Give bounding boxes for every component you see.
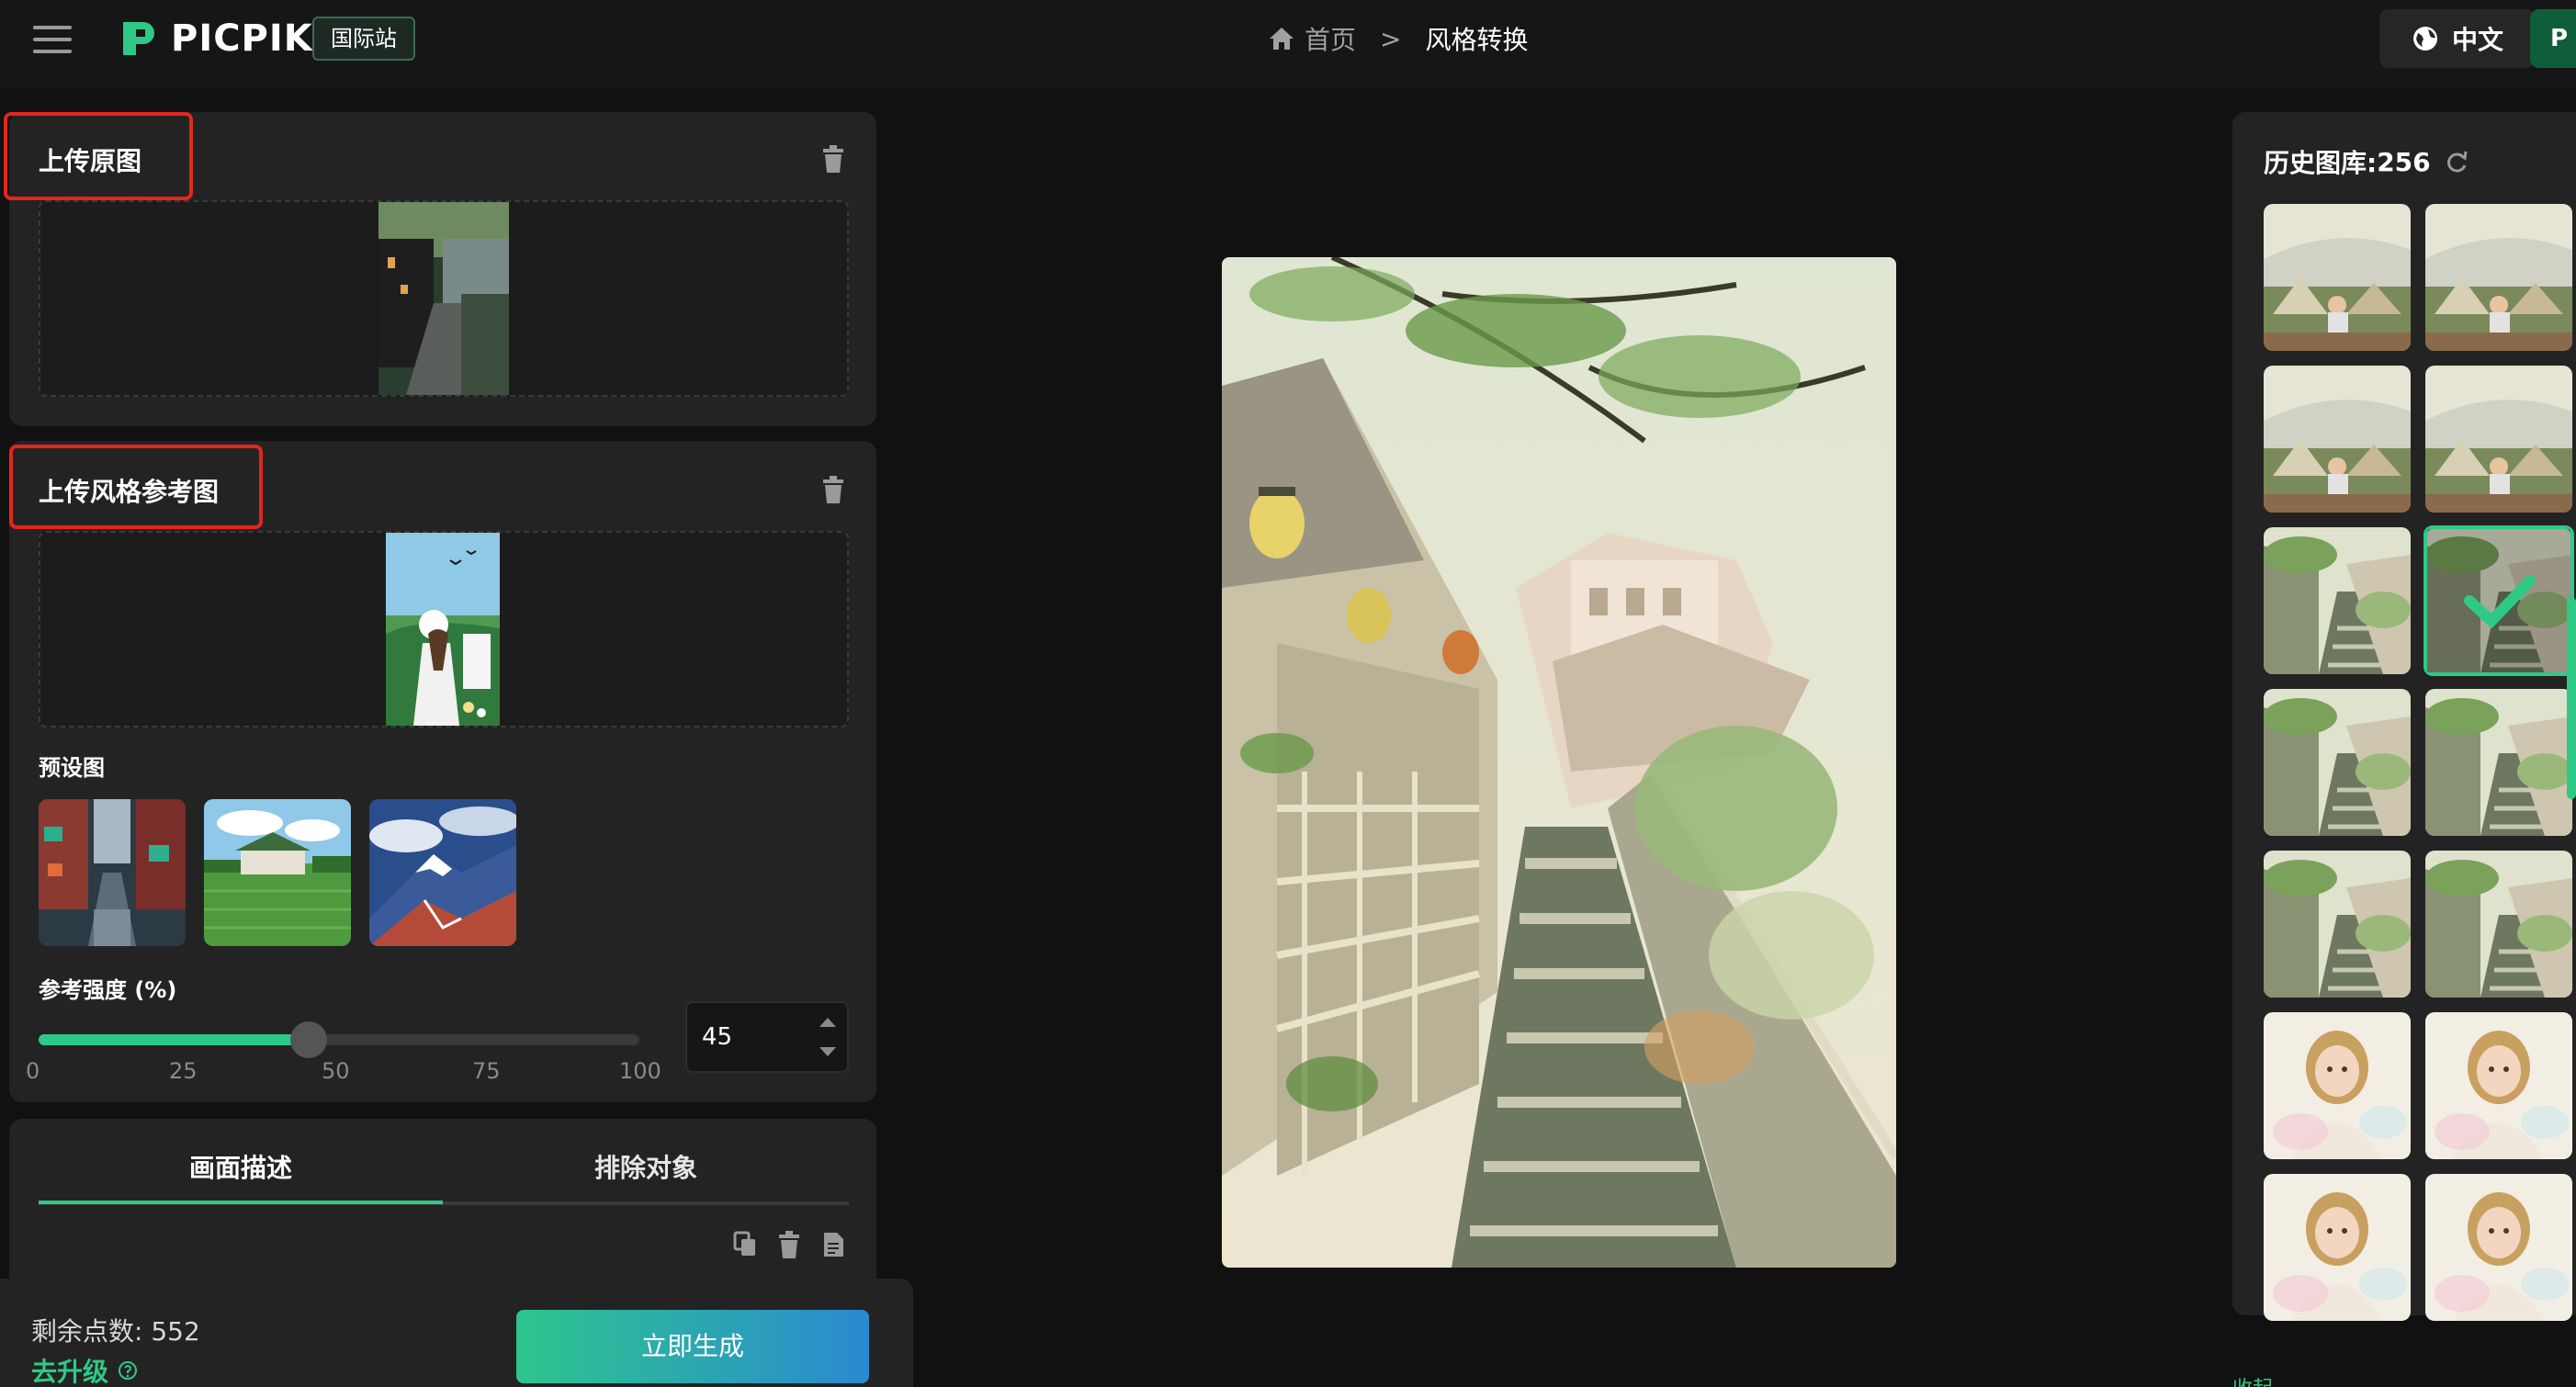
brand-name[interactable]: PICPIK — [171, 17, 313, 61]
strength-slider[interactable] — [39, 1034, 639, 1045]
history-thumbnail[interactable] — [2264, 1174, 2411, 1321]
slider-tick-label: 50 — [322, 1058, 350, 1084]
slider-tick-label: 100 — [619, 1058, 661, 1084]
slider-tick-label: 25 — [169, 1058, 198, 1084]
avatar[interactable]: P — [2530, 9, 2576, 68]
globe-icon — [2412, 27, 2437, 51]
trash-icon[interactable] — [777, 1231, 801, 1258]
history-scrollbar[interactable] — [2567, 597, 2576, 799]
collapse-link[interactable]: 收起 — [2232, 1372, 2273, 1387]
remaining-points-label: 剩余点数: — [31, 1316, 152, 1347]
picpik-logo-icon — [123, 22, 154, 55]
prompt-panel — [9, 1119, 876, 1302]
strength-number-input[interactable]: 45 — [685, 1001, 849, 1073]
preset-green-farm-field[interactable] — [204, 799, 351, 946]
history-thumbnail[interactable] — [2264, 366, 2411, 513]
breadcrumb: 首页 > 风格转换 — [1268, 20, 1529, 57]
history-thumbnail[interactable] — [2425, 366, 2572, 513]
language-button[interactable]: 中文 — [2379, 9, 2536, 68]
history-thumbnail[interactable] — [2264, 689, 2411, 836]
history-thumbnail[interactable] — [2264, 204, 2411, 351]
language-label: 中文 — [2451, 25, 2503, 55]
history-thumbnail[interactable] — [2425, 1174, 2572, 1321]
history-thumbnail[interactable] — [2425, 689, 2572, 836]
remaining-points: 剩余点数: 552 — [31, 1312, 200, 1348]
breadcrumb-current: 风格转换 — [1425, 25, 1529, 55]
preset-label: 预设图 — [39, 755, 105, 781]
upgrade-label: 去升级 — [31, 1357, 109, 1387]
strength-slider-fill — [39, 1034, 310, 1045]
original-image — [378, 202, 509, 395]
history-thumbnail[interactable] — [2264, 851, 2411, 998]
upload-style-title: 上传风格参考图 — [39, 477, 220, 507]
copy-icon[interactable] — [733, 1231, 757, 1258]
remaining-points-value: 552 — [151, 1316, 200, 1347]
result-image — [1222, 257, 1896, 1268]
tab-scene-description[interactable]: 画面描述 — [39, 1148, 443, 1185]
trash-icon[interactable] — [821, 145, 845, 173]
strength-label: 参考强度 (%) — [39, 977, 177, 1003]
history-title-label: 历史图库: — [2264, 148, 2378, 178]
history-thumbnail[interactable] — [2264, 527, 2411, 674]
history-thumbnail[interactable] — [2425, 851, 2572, 998]
tab-active-underline — [39, 1201, 443, 1204]
document-icon[interactable] — [821, 1231, 845, 1258]
upload-original-title: 上传原图 — [39, 146, 142, 176]
help-icon[interactable] — [118, 1360, 138, 1381]
preset-city-rain-street[interactable] — [39, 799, 186, 946]
strength-value: 45 — [702, 1023, 733, 1051]
slider-tick-label: 0 — [26, 1058, 40, 1084]
refresh-icon[interactable] — [2444, 149, 2469, 175]
slider-tick-label: 75 — [472, 1058, 501, 1084]
history-thumbnail[interactable] — [2425, 1012, 2572, 1159]
increment-icon[interactable] — [819, 1018, 836, 1027]
menu-icon[interactable] — [33, 26, 72, 53]
trash-icon[interactable] — [821, 476, 845, 503]
history-count: 256 — [2377, 146, 2431, 177]
breadcrumb-separator: > — [1380, 23, 1402, 54]
site-badge[interactable]: 国际站 — [312, 17, 415, 61]
history-title: 历史图库: 256 — [2264, 143, 2469, 180]
tab-exclude-objects[interactable]: 排除对象 — [443, 1148, 849, 1185]
decrement-icon[interactable] — [819, 1047, 836, 1056]
home-icon[interactable] — [1268, 26, 1295, 51]
check-icon — [2427, 529, 2570, 672]
generate-button[interactable]: 立即生成 — [516, 1310, 869, 1383]
history-thumbnail[interactable] — [2264, 1012, 2411, 1159]
upgrade-link[interactable]: 去升级 — [31, 1352, 138, 1387]
preset-snow-mountain[interactable] — [369, 799, 516, 946]
breadcrumb-home[interactable]: 首页 — [1305, 20, 1356, 57]
history-thumbnail[interactable] — [2425, 204, 2572, 351]
style-reference-image — [386, 533, 500, 726]
selected-thumbnail-border — [2423, 525, 2574, 676]
